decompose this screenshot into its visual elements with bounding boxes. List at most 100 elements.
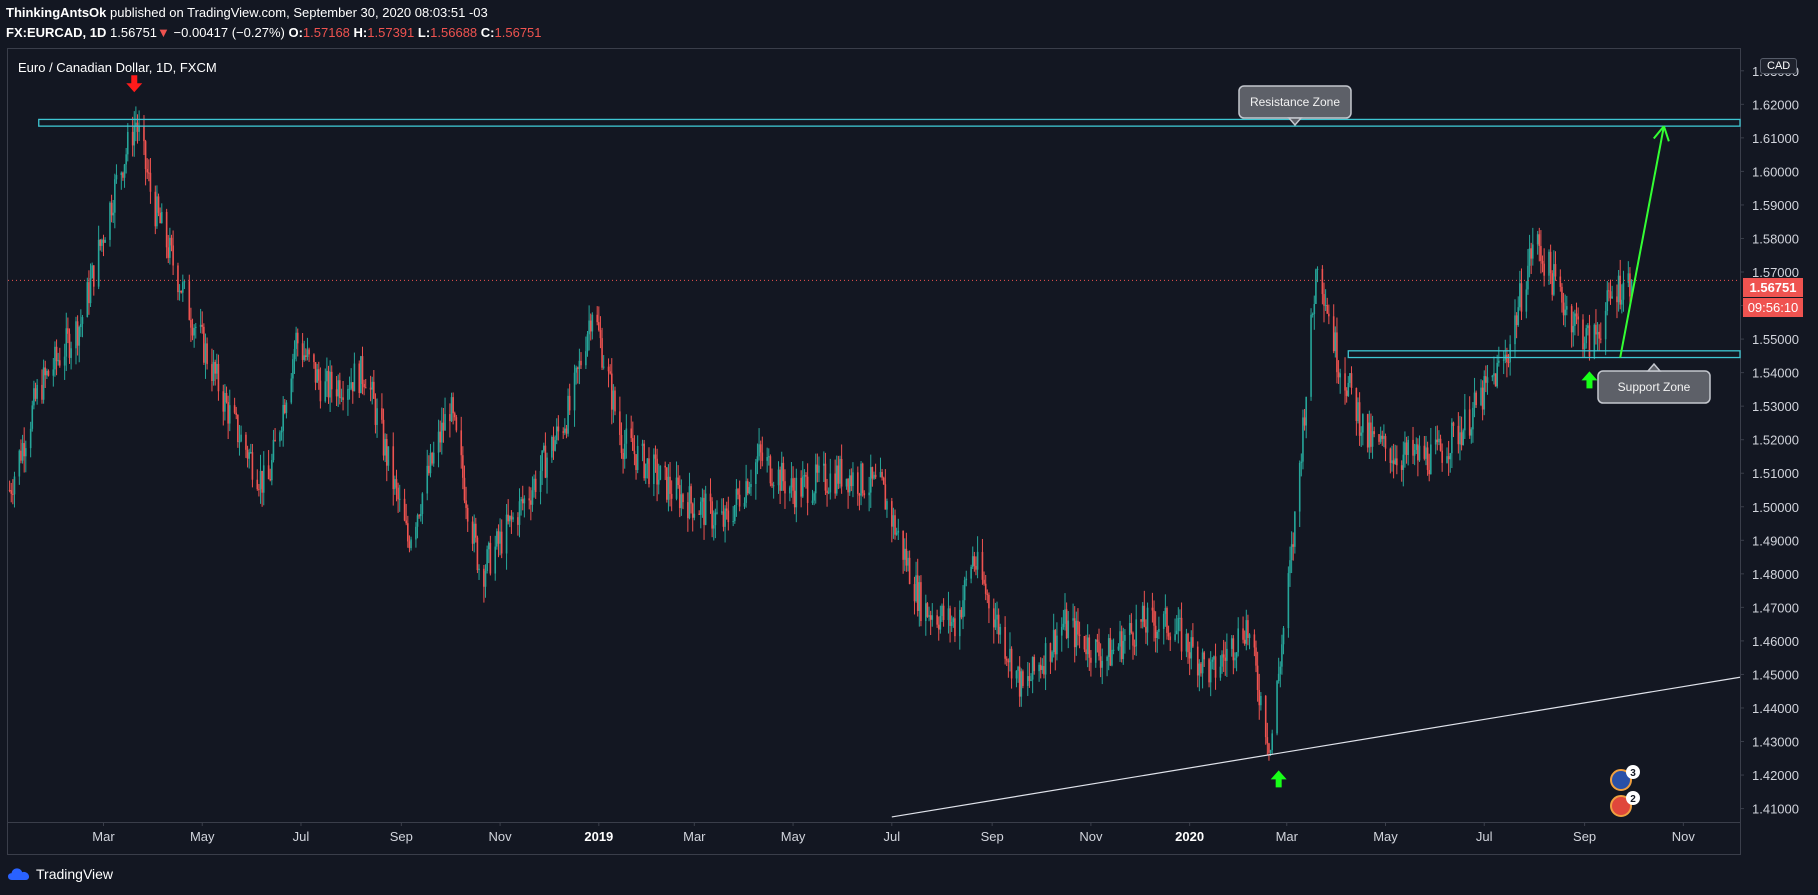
candle bbox=[610, 358, 613, 425]
candle bbox=[1313, 295, 1316, 330]
candle-body bbox=[295, 332, 297, 349]
candle-body bbox=[1248, 634, 1251, 638]
tradingview-logo[interactable]: TradingView bbox=[8, 866, 113, 882]
candle bbox=[1337, 360, 1340, 384]
candle bbox=[460, 416, 463, 469]
candle bbox=[1141, 602, 1144, 629]
candle bbox=[1043, 655, 1045, 679]
candle-body bbox=[292, 359, 294, 379]
candle bbox=[374, 393, 377, 434]
candle bbox=[1599, 322, 1602, 344]
x-tick-label: Sep bbox=[981, 829, 1004, 844]
candle bbox=[779, 466, 781, 505]
candle-body bbox=[1175, 630, 1178, 635]
candle-body bbox=[1473, 392, 1476, 408]
candle bbox=[999, 623, 1002, 644]
candle-body bbox=[293, 348, 296, 360]
candle-body bbox=[670, 493, 673, 499]
candle-body bbox=[1608, 290, 1610, 292]
candle bbox=[508, 515, 511, 528]
candle-body bbox=[1124, 635, 1126, 641]
candle bbox=[918, 575, 921, 627]
candle bbox=[1345, 387, 1348, 403]
candle bbox=[475, 517, 477, 543]
candle-body bbox=[1412, 439, 1414, 456]
candle bbox=[1208, 657, 1210, 688]
candle bbox=[1570, 304, 1573, 348]
candle bbox=[648, 447, 650, 488]
candle-body bbox=[475, 523, 477, 538]
candle-body bbox=[1179, 617, 1181, 619]
candle bbox=[1020, 668, 1023, 707]
candle-body bbox=[1413, 449, 1416, 456]
candle-body bbox=[1015, 670, 1018, 679]
candle bbox=[500, 519, 503, 559]
candle-body bbox=[148, 172, 150, 174]
candle-body bbox=[31, 405, 34, 429]
candle bbox=[13, 471, 16, 508]
candle bbox=[1509, 335, 1511, 376]
candle-body bbox=[902, 530, 904, 560]
candle-body bbox=[619, 411, 621, 435]
candle bbox=[735, 479, 738, 517]
candle bbox=[373, 370, 375, 399]
candle bbox=[531, 476, 534, 512]
candle bbox=[667, 464, 670, 512]
candle bbox=[1292, 532, 1295, 561]
candle-body bbox=[1302, 417, 1304, 462]
currency-badge[interactable]: CAD bbox=[1760, 58, 1798, 74]
candle bbox=[803, 469, 806, 488]
candle bbox=[580, 352, 582, 370]
candle-body bbox=[463, 477, 466, 501]
candle-body bbox=[542, 445, 545, 451]
candle bbox=[1153, 600, 1155, 642]
candle-body bbox=[1009, 648, 1011, 663]
candle-body bbox=[1232, 638, 1235, 661]
candle bbox=[1015, 670, 1018, 688]
candle-body bbox=[792, 478, 794, 491]
candle bbox=[292, 353, 294, 393]
candle bbox=[1608, 282, 1610, 302]
candle-body bbox=[1290, 544, 1293, 561]
candle bbox=[777, 461, 780, 494]
candle-body bbox=[1384, 436, 1387, 449]
candle bbox=[361, 346, 364, 395]
x-tick-label: Sep bbox=[390, 829, 413, 844]
candle-body bbox=[564, 428, 566, 433]
candle-body bbox=[678, 485, 681, 509]
candle-body bbox=[1214, 656, 1217, 678]
candle-body bbox=[1038, 664, 1040, 672]
candle-body bbox=[1031, 656, 1034, 680]
candle-body bbox=[1402, 454, 1405, 470]
candle bbox=[1064, 593, 1066, 631]
candle-body bbox=[654, 454, 657, 459]
candle bbox=[541, 450, 543, 485]
candle bbox=[259, 454, 262, 504]
candle-body bbox=[936, 615, 938, 625]
candle-body bbox=[10, 490, 13, 494]
candle bbox=[1470, 427, 1473, 444]
candlestick-chart[interactable]: 1.630001.620001.610001.600001.590001.580… bbox=[0, 0, 1818, 895]
candle bbox=[873, 471, 875, 480]
candle bbox=[484, 564, 487, 598]
candle-body bbox=[347, 389, 349, 400]
candle bbox=[222, 384, 225, 426]
candle-body bbox=[36, 384, 38, 399]
candle bbox=[1617, 269, 1620, 312]
candle bbox=[636, 435, 639, 474]
candle bbox=[463, 465, 466, 504]
candle-body bbox=[131, 131, 134, 146]
candle bbox=[160, 203, 163, 224]
candle-body bbox=[1120, 631, 1123, 660]
candle-body bbox=[178, 290, 181, 293]
candle-body bbox=[1030, 679, 1032, 681]
candle-body bbox=[1514, 315, 1516, 345]
candle-body bbox=[701, 497, 704, 502]
y-tick-label: 1.49000 bbox=[1752, 533, 1799, 548]
candle-body bbox=[444, 414, 446, 431]
candle bbox=[724, 505, 726, 543]
candle bbox=[109, 201, 111, 247]
candle-body bbox=[245, 434, 247, 450]
candle bbox=[1394, 444, 1397, 465]
candle-body bbox=[306, 349, 309, 357]
